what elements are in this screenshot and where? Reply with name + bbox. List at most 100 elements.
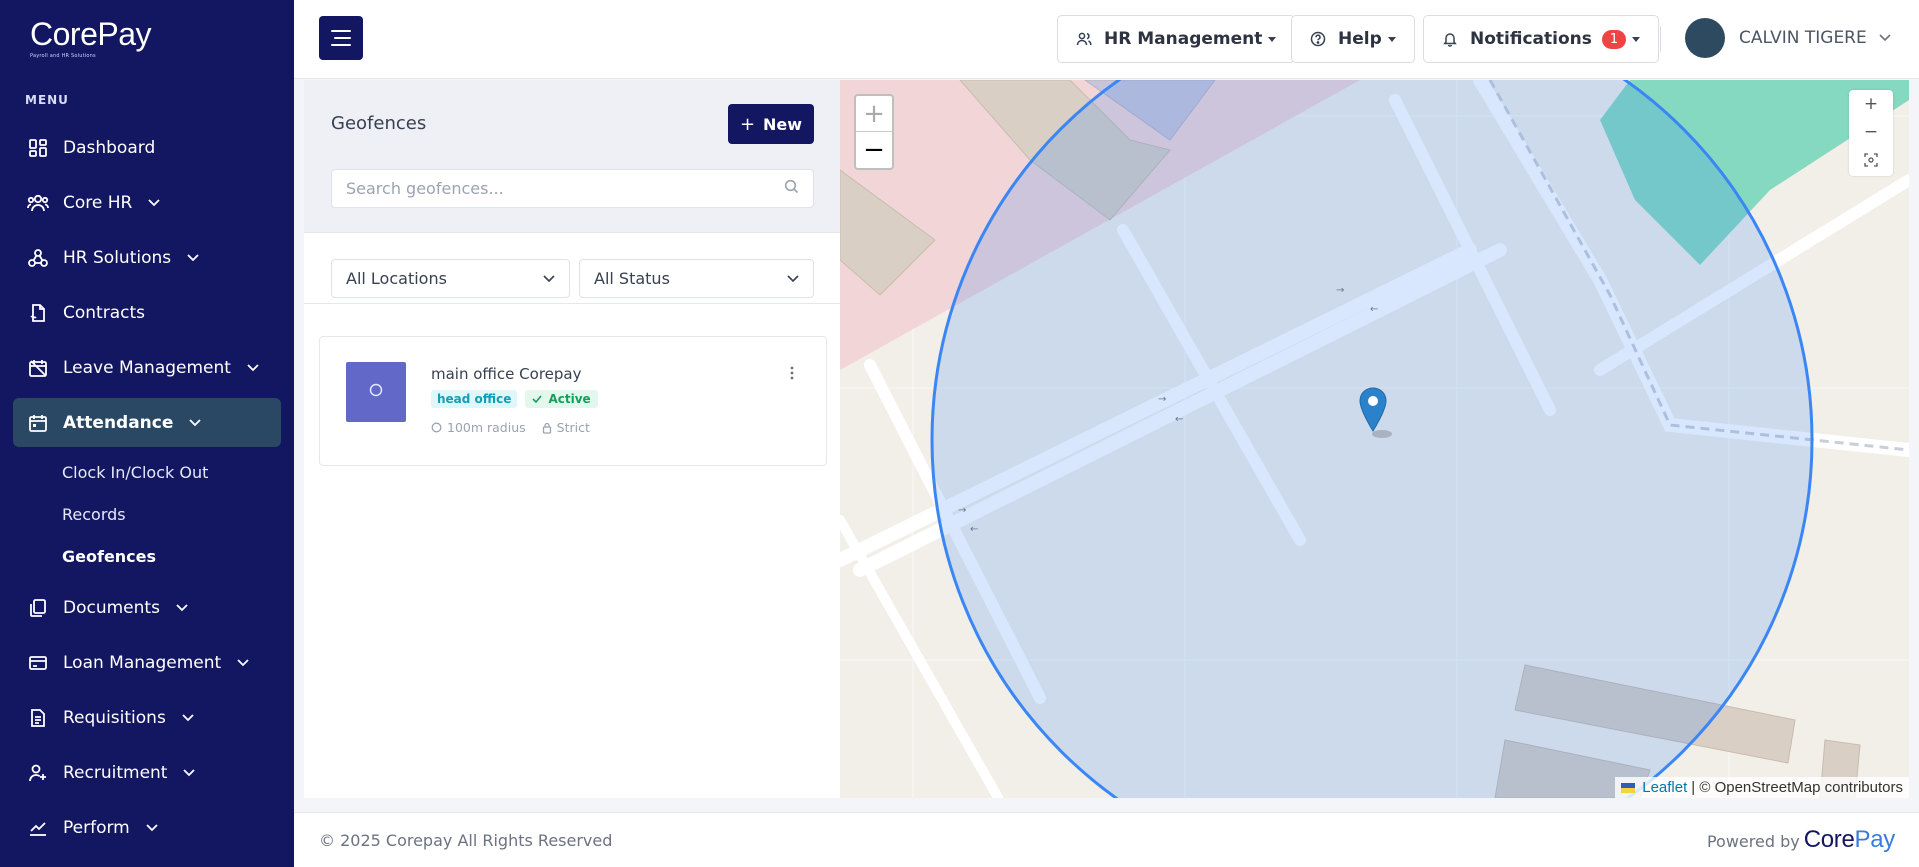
map-marker-icon[interactable] [1358, 387, 1394, 443]
sidebar-item-label: Core HR [63, 192, 133, 213]
sidebar-item-label: Dashboard [63, 137, 156, 158]
search-input[interactable] [346, 179, 784, 198]
sidebar-item-documents[interactable]: Documents [13, 583, 281, 632]
users-icon [27, 192, 49, 214]
type-badge: head office [431, 390, 518, 408]
chevron-down-icon [189, 418, 202, 427]
status-text: Active [548, 392, 591, 406]
zoom-in-small-button[interactable]: + [1849, 90, 1893, 118]
sidebar-item-loan-management[interactable]: Loan Management [13, 638, 281, 687]
menu-toggle-button[interactable] [319, 16, 363, 60]
sidebar-item-core-hr[interactable]: Core HR [13, 178, 281, 227]
sidebar-item-hr-solutions[interactable]: HR Solutions [13, 233, 281, 282]
submenu-item-clock-in[interactable]: Clock In/Clock Out [13, 451, 281, 493]
network-icon [27, 247, 49, 269]
logo-pay: Pay [1854, 826, 1896, 853]
status-filter-value: All Status [594, 269, 670, 288]
card-icon [27, 652, 49, 674]
new-geofence-button[interactable]: + New [728, 104, 814, 144]
user-name: CALVIN TIGERE [1739, 28, 1867, 48]
caret-down-icon [1632, 36, 1641, 42]
logo-tagline: Payroll and HR Solutions [30, 53, 96, 59]
help-circle-icon [1310, 31, 1326, 47]
attendance-submenu: Clock In/Clock Out Records Geofences [13, 451, 281, 577]
geofence-meta: 100m radius Strict [431, 420, 590, 435]
chevron-down-icon [237, 658, 249, 667]
zoom-out-button[interactable]: − [856, 132, 892, 168]
ukraine-flag-icon [1621, 782, 1636, 793]
more-options-icon[interactable] [790, 365, 794, 385]
geofence-name: main office Corepay [431, 365, 582, 383]
sidebar-item-label: Documents [63, 597, 160, 618]
user-menu[interactable]: CALVIN TIGERE [1685, 18, 1891, 58]
panel-header: Geofences + New [304, 80, 840, 233]
leaflet-zoom-control: + − [854, 94, 894, 170]
zoom-in-button[interactable]: + [856, 96, 892, 132]
chevron-down-icon [187, 253, 199, 262]
radius-text: 100m radius [447, 420, 526, 435]
sidebar-item-dashboard[interactable]: Dashboard [13, 123, 281, 172]
chevron-down-icon [176, 603, 188, 612]
leaflet-link[interactable]: Leaflet [1642, 779, 1687, 796]
submenu-item-records[interactable]: Records [13, 493, 281, 535]
powered-by-label: Powered by [1706, 832, 1800, 851]
page-title: Geofences [331, 113, 427, 134]
status-filter-select[interactable]: All Status [579, 259, 814, 298]
file-list-icon [27, 707, 49, 729]
status-badge: Active [525, 390, 598, 408]
fit-bounds-icon[interactable] [1849, 146, 1893, 174]
notification-count-badge: 1 [1601, 29, 1627, 49]
chart-line-icon [27, 817, 49, 839]
sidebar-item-label: Contracts [63, 302, 145, 323]
corepay-footer-logo[interactable]: CorePay [1803, 826, 1896, 854]
circle-shape-icon [368, 382, 384, 402]
sidebar-item-contracts[interactable]: Contracts [13, 288, 281, 337]
chevron-down-icon [543, 274, 555, 282]
chevron-down-icon [148, 198, 160, 207]
help-dropdown[interactable]: Help [1291, 15, 1415, 63]
check-icon [532, 395, 543, 403]
notifications-dropdown[interactable]: Notifications 1 [1423, 15, 1660, 63]
sidebar-item-label: Leave Management [63, 357, 231, 378]
corepay-logo[interactable]: CorePay Payroll and HR Solutions [30, 18, 152, 59]
hr-management-label: HR Management [1104, 29, 1263, 49]
sidebar-item-attendance[interactable]: Attendance [13, 398, 281, 447]
chevron-down-icon [146, 823, 158, 832]
geofence-card[interactable]: main office Corepay head office Active 1… [319, 336, 827, 466]
sidebar-item-label: Perform [63, 817, 130, 838]
radius-info: 100m radius [431, 420, 526, 435]
page-footer: © 2025 Corepay All Rights Reserved Power… [294, 812, 1919, 867]
chevron-down-icon [183, 768, 196, 777]
geofence-map[interactable]: → ← → ← → ← + − + − Leaflet | © OpenStre… [840, 80, 1909, 798]
sidebar-item-label: Attendance [63, 412, 174, 433]
submenu-item-geofences[interactable]: Geofences [13, 535, 281, 577]
search-box [331, 169, 814, 208]
bell-icon [1442, 31, 1458, 47]
hamburger-icon [331, 30, 351, 46]
sidebar-item-perform[interactable]: Perform [13, 803, 281, 852]
help-label: Help [1338, 29, 1382, 49]
logo-core: Core [1803, 826, 1855, 853]
caret-down-icon [1387, 36, 1396, 42]
search-icon[interactable] [784, 179, 799, 198]
circle-icon [431, 422, 442, 433]
geofence-tags: head office Active [431, 390, 598, 408]
sidebar-item-leave-management[interactable]: Leave Management [13, 343, 281, 392]
chevron-down-icon [1879, 34, 1891, 42]
sidebar-item-requisitions[interactable]: Requisitions [13, 693, 281, 742]
lock-icon [542, 422, 551, 434]
header-divider [1660, 26, 1661, 52]
user-plus-icon [27, 762, 49, 784]
mode-text: Strict [556, 420, 590, 435]
sidebar-item-recruitment[interactable]: Recruitment [13, 748, 281, 797]
sidebar-nav: Dashboard Core HR HR Solutions Contracts [13, 123, 281, 858]
location-filter-select[interactable]: All Locations [331, 259, 570, 298]
chevron-down-icon [787, 274, 799, 282]
geofence-thumbnail [346, 362, 406, 422]
zoom-out-small-button[interactable]: − [1849, 118, 1893, 146]
plus-icon: + [739, 113, 756, 135]
copyright-text: © 2025 Corepay All Rights Reserved [319, 831, 613, 850]
hr-management-dropdown[interactable]: HR Management [1057, 15, 1296, 63]
chevron-down-icon [247, 363, 259, 372]
attribution-text: | © OpenStreetMap contributors [1691, 779, 1903, 796]
